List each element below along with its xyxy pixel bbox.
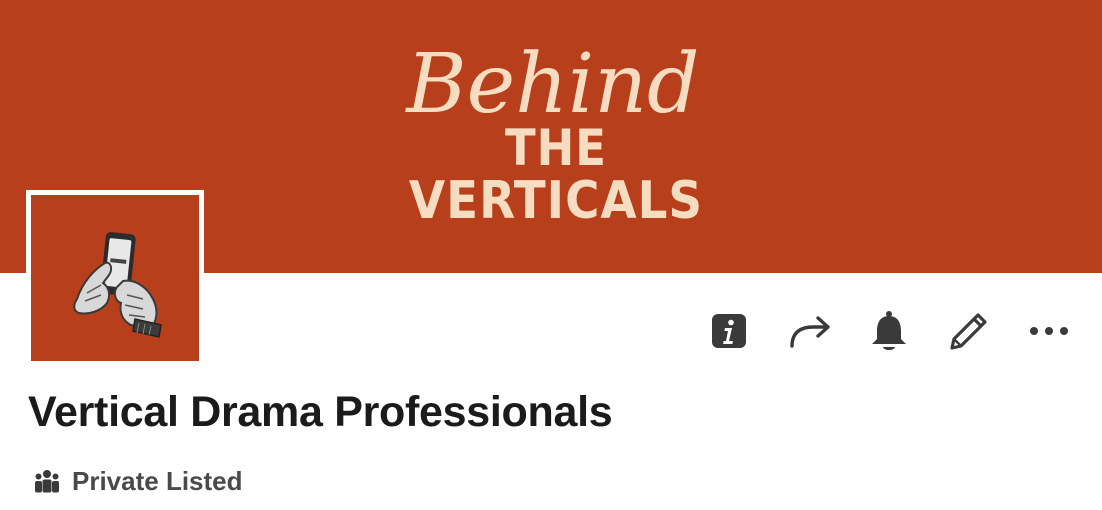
privacy-label: Private Listed [72,465,243,496]
hands-holding-phone-icon [73,232,162,338]
group-avatar [31,195,199,361]
banner-line-2: THE [505,119,607,177]
info-button[interactable] [704,306,754,356]
share-button[interactable] [785,306,835,356]
share-arrow-icon [790,316,830,348]
group-avatar-frame[interactable] [26,190,204,364]
edit-button[interactable] [944,306,994,356]
ellipsis-icon [1030,327,1068,335]
group-privacy: Private Listed [34,464,243,498]
people-icon [35,470,59,493]
notifications-button[interactable] [864,306,914,356]
group-page: Behind THE VERTICALS Vertical Drama Prof… [0,0,1102,510]
banner-script-text: Behind [404,37,699,132]
info-icon [712,314,746,348]
more-button[interactable] [1024,306,1074,356]
pencil-icon [950,313,987,350]
banner-line-3: VERTICALS [409,171,703,231]
group-title: Vertical Drama Professionals [28,388,613,436]
bell-icon [872,311,906,350]
